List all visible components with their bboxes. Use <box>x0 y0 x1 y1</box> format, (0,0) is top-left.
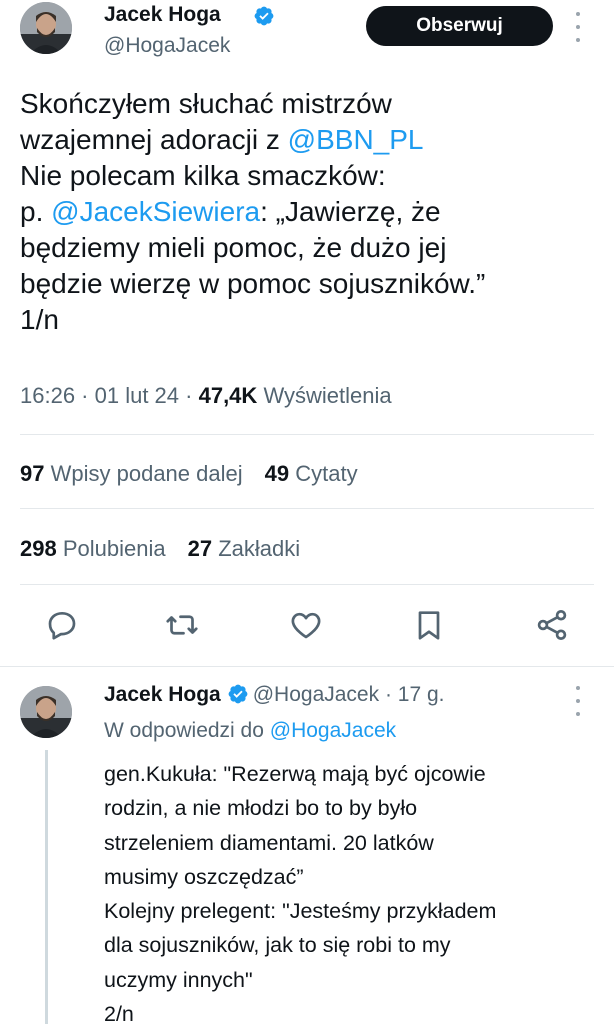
reply-line: strzeleniem diamentami. 20 latków <box>104 830 434 855</box>
verified-badge-icon <box>228 684 248 704</box>
tweet-line: Skończyłem słuchać mistrzów <box>20 88 392 119</box>
author-name[interactable]: Jacek Hoga <box>104 3 221 27</box>
tweet-meta: 16:26 · 01 lut 24 · 47,4K Wyświetlenia <box>20 383 392 408</box>
divider <box>20 508 594 509</box>
reply-line: uczymy innych" <box>104 967 253 992</box>
tweet-line: będziemy mieli pomoc, że dużo jej <box>20 232 447 263</box>
views-label: Wyświetlenia <box>263 383 392 408</box>
reply-line: rodzin, a nie młodzi bo to by było <box>104 796 418 821</box>
tweet-time[interactable]: 16:26 <box>20 383 75 408</box>
reply-line: 2/n <box>104 1002 134 1024</box>
reply-author-name[interactable]: Jacek Hoga <box>104 683 221 706</box>
author-avatar[interactable] <box>20 2 72 54</box>
engagement-stats-row-1: 97 Wpisy podane dalej 49 Cytaty <box>20 461 358 487</box>
reply-line: musimy oszczędzać” <box>104 864 304 889</box>
mention-link[interactable]: @JacekSiewiera <box>51 196 260 227</box>
divider <box>20 584 594 585</box>
repost-icon[interactable] <box>164 607 200 643</box>
author-handle[interactable]: @HogaJacek <box>104 34 230 58</box>
verified-badge-icon <box>254 6 274 26</box>
avatar-photo-icon <box>20 686 72 738</box>
follow-button[interactable]: Obserwuj <box>366 6 553 46</box>
more-options-icon[interactable] <box>573 12 583 42</box>
thread-connector-line <box>45 750 48 1024</box>
views-count: 47,4K <box>198 383 258 408</box>
bookmark-icon[interactable] <box>411 607 447 643</box>
tweet-text: Skończyłem słuchać mistrzów wzajemnej ad… <box>20 86 600 338</box>
tweet-line: wzajemnej adoracji z @BBN_PL <box>20 124 424 155</box>
reply-header: Jacek Hoga @HogaJacek · 17 g. <box>104 683 445 706</box>
engagement-stats-row-2: 298 Polubienia 27 Zakładki <box>20 536 300 562</box>
reply-line: gen.Kukuła: "Rezerwą mają być ojcowie <box>104 762 486 786</box>
bookmarks-stat[interactable]: 27 Zakładki <box>188 536 301 561</box>
reply-icon[interactable] <box>44 607 80 643</box>
avatar-photo-icon <box>20 2 72 54</box>
reply-text: gen.Kukuła: "Rezerwą mają być ojcowie ro… <box>104 757 604 1024</box>
share-icon[interactable] <box>534 607 570 643</box>
tweet-line: będzie wierzę w pomoc sojuszników.” <box>20 268 486 299</box>
tweet-line: 1/n <box>20 304 59 335</box>
tweet-line: p. @JacekSiewiera: „Jawierzę, że <box>20 196 441 227</box>
divider <box>20 434 594 435</box>
tweet-date[interactable]: 01 lut 24 <box>95 383 179 408</box>
replying-to: W odpowiedzi do @HogaJacek <box>104 719 397 742</box>
likes-stat[interactable]: 298 Polubienia <box>20 536 166 561</box>
like-icon[interactable] <box>288 607 324 643</box>
tweet-line: Nie polecam kilka smaczków: <box>20 160 386 191</box>
more-options-icon[interactable] <box>573 686 583 716</box>
replying-to-handle[interactable]: @HogaJacek <box>270 719 396 742</box>
quotes-stat[interactable]: 49 Cytaty <box>265 461 358 486</box>
tweet-actions <box>0 603 614 649</box>
reply-author-handle[interactable]: @HogaJacek <box>253 683 379 706</box>
reply-line: dla sojuszników, jak to się robi to my <box>104 933 451 958</box>
main-tweet: Jacek Hoga @HogaJacek Obserwuj Skończyłe… <box>0 0 614 666</box>
section-divider <box>0 666 614 667</box>
mention-link[interactable]: @BBN_PL <box>288 124 424 155</box>
reply-line: Kolejny prelegent: "Jesteśmy przykładem <box>104 899 497 924</box>
reply-author-avatar[interactable] <box>20 686 72 738</box>
reply-age[interactable]: 17 g. <box>398 683 445 706</box>
reposts-stat[interactable]: 97 Wpisy podane dalej <box>20 461 243 486</box>
